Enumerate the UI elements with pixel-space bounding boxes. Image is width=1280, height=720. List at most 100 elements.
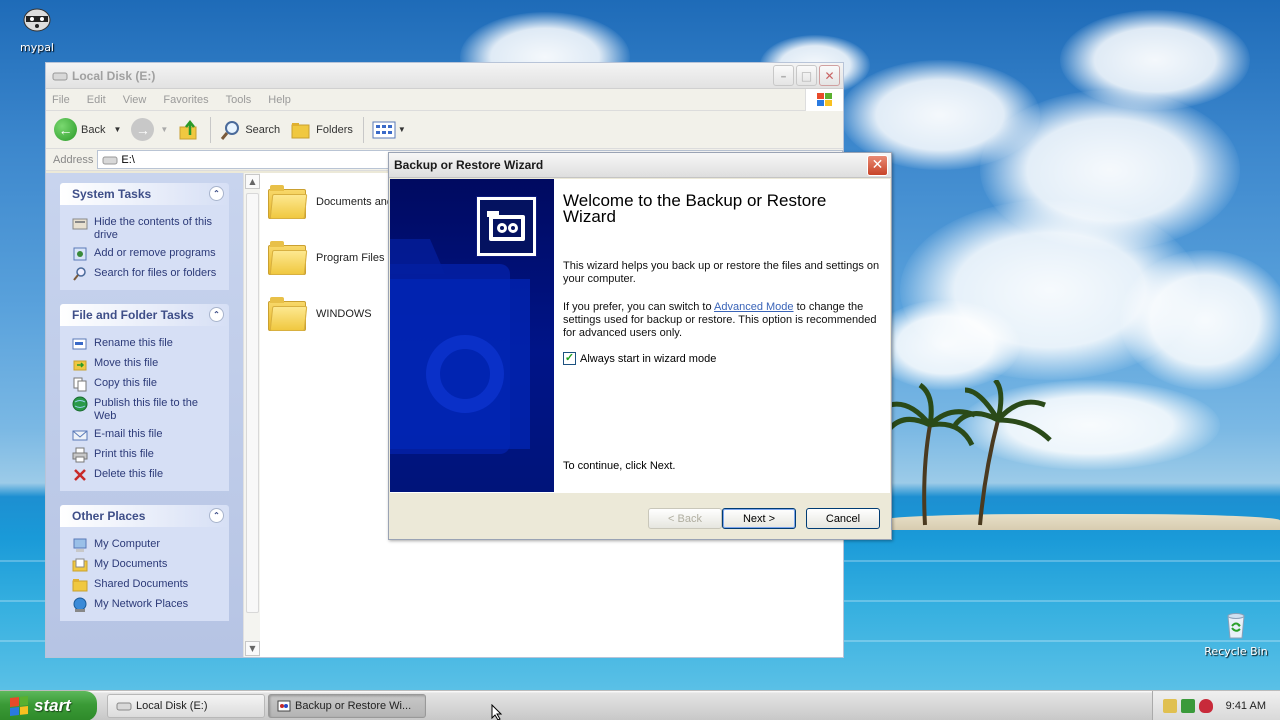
forward-button[interactable]: → ▼ xyxy=(131,118,168,141)
task-publish-web[interactable]: Publish this file to the Web xyxy=(72,396,219,423)
place-label: My Documents xyxy=(94,558,168,570)
panel-header[interactable]: Other Places ⌃ xyxy=(60,505,229,527)
task-pane-scrollbar[interactable]: ▲ ▼ xyxy=(243,173,260,657)
chevron-down-icon: ▼ xyxy=(113,125,122,134)
windows-logo-icon xyxy=(805,89,843,111)
file-item-folder[interactable]: Documents and xyxy=(268,185,393,219)
advanced-text-before: If you prefer, you can switch to xyxy=(563,301,715,313)
taskbar-item-backup-wizard[interactable]: Backup or Restore Wi... xyxy=(268,694,426,718)
place-network-places[interactable]: My Network Places xyxy=(72,597,219,613)
task-label: Move this file xyxy=(94,357,159,369)
wizard-footer: < Back Next > Cancel xyxy=(390,492,890,539)
desktop-icon-recycle-bin[interactable]: Recycle Bin xyxy=(1201,608,1271,658)
place-my-documents[interactable]: My Documents xyxy=(72,557,219,573)
search-button[interactable]: Search xyxy=(219,119,280,141)
tray-security-shield-icon[interactable] xyxy=(1199,699,1213,713)
close-button[interactable]: ✕ xyxy=(819,65,840,86)
scroll-up-icon[interactable]: ▲ xyxy=(245,174,260,189)
clock[interactable]: 9:41 AM xyxy=(1226,700,1266,712)
task-hide-drive[interactable]: Hide the contents of this drive xyxy=(72,215,219,242)
desktop-icon-label: mypal xyxy=(19,41,54,54)
up-folder-button[interactable] xyxy=(178,119,200,141)
menu-help[interactable]: Help xyxy=(268,94,291,106)
place-shared-documents[interactable]: Shared Documents xyxy=(72,577,219,593)
place-my-computer[interactable]: My Computer xyxy=(72,537,219,553)
task-print[interactable]: Print this file xyxy=(72,447,219,463)
task-label: Print this file xyxy=(94,448,154,460)
task-email[interactable]: E-mail this file xyxy=(72,427,219,443)
wizard-close-button[interactable]: ✕ xyxy=(867,154,888,176)
collapse-icon[interactable]: ⌃ xyxy=(209,186,224,201)
search-label: Search xyxy=(245,123,281,136)
wizard-mode-checkbox[interactable]: ✓ xyxy=(563,352,576,365)
task-label: Search for files or folders xyxy=(94,267,217,279)
tray-update-icon[interactable] xyxy=(1181,699,1195,713)
panel-body: My Computer My Documents Shared Document… xyxy=(60,527,229,621)
menu-tools[interactable]: Tools xyxy=(226,94,252,106)
collapse-icon[interactable]: ⌃ xyxy=(209,307,224,322)
scrollbar-thumb[interactable] xyxy=(246,193,259,613)
wizard-title: Backup or Restore Wizard xyxy=(394,158,544,172)
address-value: E:\ xyxy=(121,153,135,166)
menu-file[interactable]: File xyxy=(52,94,70,106)
search-icon xyxy=(73,267,86,281)
task-copy[interactable]: Copy this file xyxy=(72,376,219,392)
toolbar-separator xyxy=(210,116,212,143)
folders-label: Folders xyxy=(316,123,353,136)
back-button[interactable]: ← Back ▼ xyxy=(54,118,121,141)
file-item-folder[interactable]: WINDOWS xyxy=(268,297,372,331)
email-icon xyxy=(72,430,88,441)
next-button[interactable]: Next > xyxy=(722,508,796,529)
maximize-button[interactable]: □ xyxy=(796,65,817,86)
panel-header[interactable]: File and Folder Tasks ⌃ xyxy=(60,304,229,326)
menu-view[interactable]: View xyxy=(123,94,147,106)
file-name: Documents and xyxy=(316,196,394,208)
minimize-button[interactable]: – xyxy=(773,65,794,86)
checkbox-label: Always start in wizard mode xyxy=(580,352,717,365)
cloud xyxy=(1120,250,1280,390)
task-search-files[interactable]: Search for files or folders xyxy=(72,266,219,282)
taskbar-item-local-disk[interactable]: Local Disk (E:) xyxy=(107,694,265,718)
task-label: Copy this file xyxy=(94,377,157,389)
panel-header[interactable]: System Tasks ⌃ xyxy=(60,183,229,205)
drive-icon xyxy=(116,702,132,711)
mouse-cursor-icon xyxy=(491,704,503,720)
menu-favorites[interactable]: Favorites xyxy=(163,94,208,106)
back-wizard-button[interactable]: < Back xyxy=(648,508,722,529)
cloud xyxy=(1060,10,1250,110)
folders-button[interactable]: Folders xyxy=(290,120,353,140)
desktop-icon-mypal[interactable]: mypal xyxy=(2,4,72,54)
explorer-titlebar[interactable]: Local Disk (E:) – □ ✕ xyxy=(46,63,843,89)
wizard-heading: Welcome to the Backup or Restore Wizard xyxy=(563,191,827,226)
task-move[interactable]: Move this file xyxy=(72,356,219,372)
delete-icon xyxy=(74,469,86,481)
chevron-down-icon: ▼ xyxy=(160,125,169,134)
wizard-titlebar[interactable]: Backup or Restore Wizard ✕ xyxy=(389,153,891,178)
menu-bar: File Edit View Favorites Tools Help xyxy=(46,89,843,111)
task-add-remove-programs[interactable]: Add or remove programs xyxy=(72,246,219,262)
taskbar: start Local Disk (E:) Backup or Restore … xyxy=(0,690,1280,720)
tray-network-icon[interactable] xyxy=(1163,699,1177,713)
scroll-down-icon[interactable]: ▼ xyxy=(245,641,260,656)
toolbar: ← Back ▼ → ▼ Search Folders ▼ xyxy=(46,111,843,149)
chevron-down-icon: ▼ xyxy=(397,125,406,134)
advanced-mode-link[interactable]: Advanced Mode xyxy=(714,301,794,313)
views-button[interactable]: ▼ xyxy=(372,121,406,139)
windows-flag-icon xyxy=(10,696,28,716)
file-item-folder[interactable]: Program Files xyxy=(268,241,384,275)
rename-icon xyxy=(72,338,87,350)
cancel-button[interactable]: Cancel xyxy=(806,508,880,529)
start-button[interactable]: start xyxy=(0,691,97,720)
task-pane: System Tasks ⌃ Hide the contents of this… xyxy=(46,173,243,657)
backup-wizard-dialog: Backup or Restore Wizard ✕ Welcome to th… xyxy=(388,152,892,540)
wizard-sidebar xyxy=(390,179,554,492)
wizard-mode-checkbox-row[interactable]: ✓ Always start in wizard mode xyxy=(563,352,881,365)
add-remove-programs-icon xyxy=(73,247,87,261)
move-icon xyxy=(73,360,87,371)
collapse-icon[interactable]: ⌃ xyxy=(209,508,224,523)
task-delete[interactable]: Delete this file xyxy=(72,467,219,483)
menu-edit[interactable]: Edit xyxy=(87,94,106,106)
task-label: Hide the contents of this drive xyxy=(94,216,213,241)
place-label: My Network Places xyxy=(94,598,189,610)
task-rename[interactable]: Rename this file xyxy=(72,336,219,352)
